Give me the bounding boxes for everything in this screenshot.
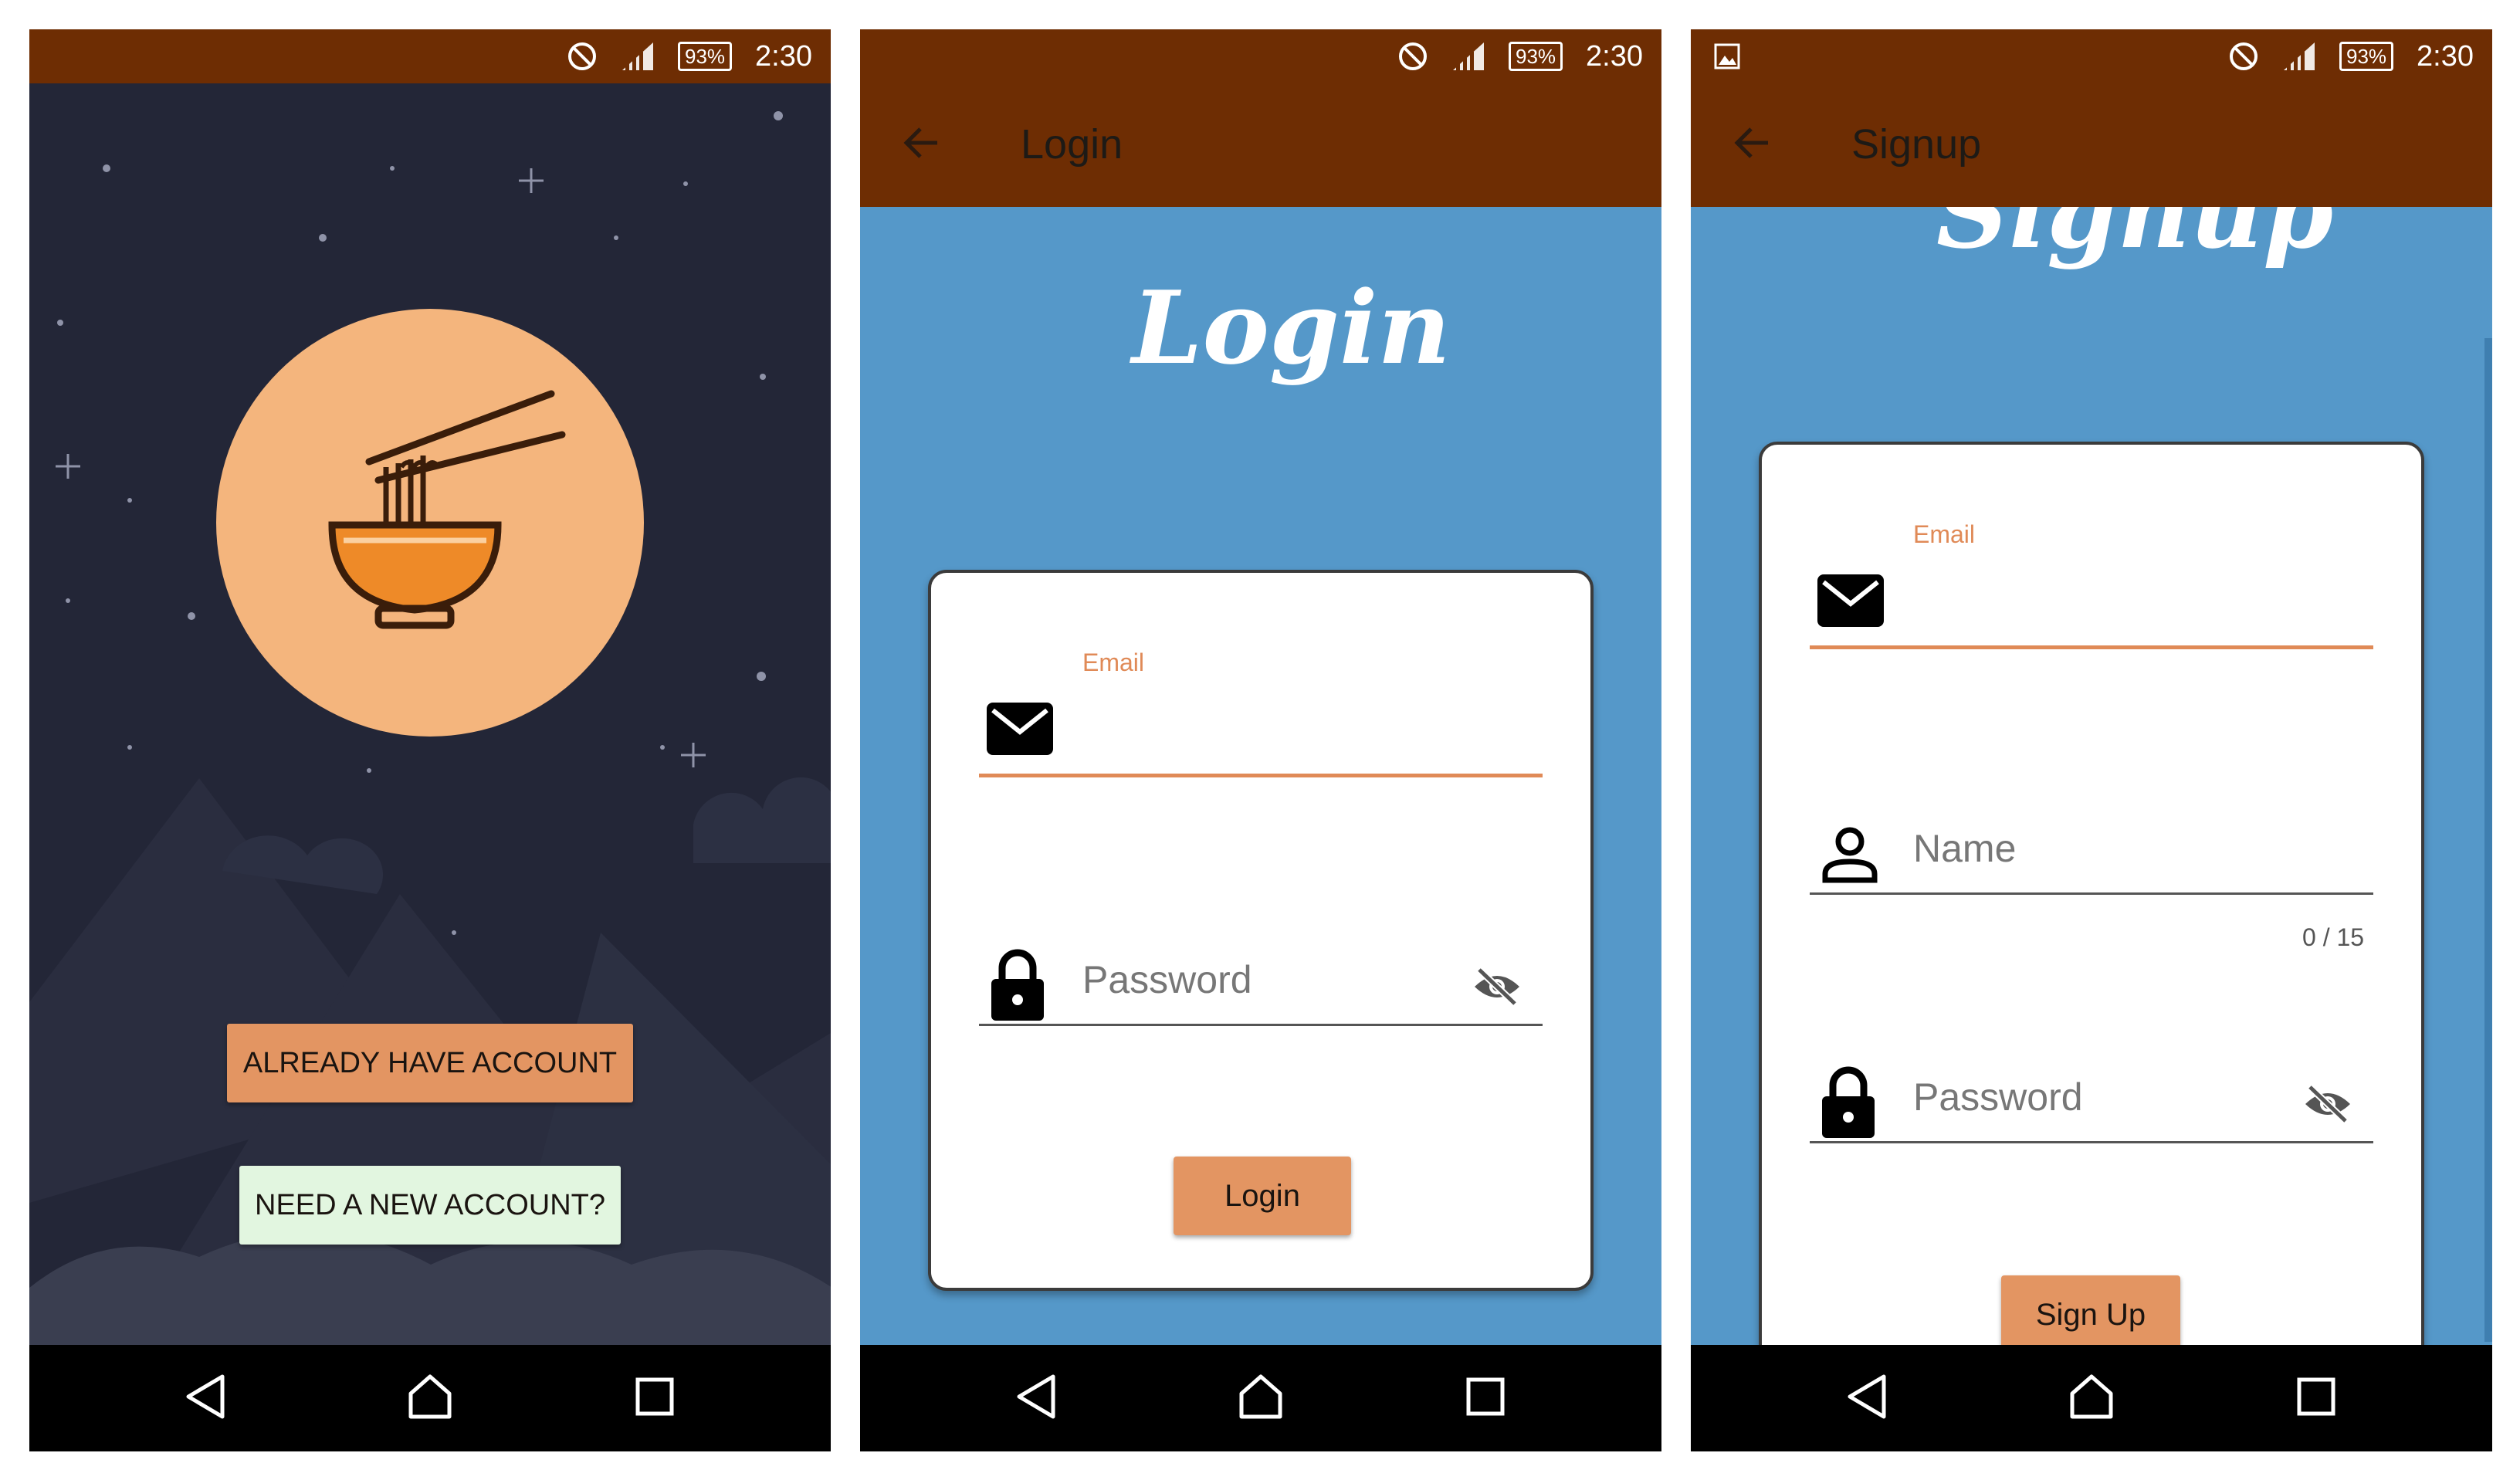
app-bar: Login xyxy=(860,83,1661,207)
status-bar: 93% 2:30 xyxy=(29,29,831,83)
status-bar: 93% 2:30 xyxy=(1691,29,2492,83)
lock-icon xyxy=(991,949,1044,1021)
signup-body: Signup Email Name 0 / 15 Password Sign U… xyxy=(1691,207,2492,1345)
email-field[interactable] xyxy=(1810,645,2373,649)
app-bar-title: Signup xyxy=(1851,121,1982,168)
battery-icon: 93% xyxy=(2339,42,2394,71)
login-button[interactable]: Login xyxy=(1174,1157,1351,1235)
back-arrow-icon[interactable] xyxy=(900,122,942,164)
app-bar-title: Login xyxy=(1021,121,1123,168)
login-body: Login Email Password Login xyxy=(860,207,1661,1345)
nav-home-icon[interactable] xyxy=(1237,1372,1285,1421)
email-icon xyxy=(1817,574,1884,627)
app-bar: Signup xyxy=(1691,83,2492,207)
status-bar: 93% 2:30 xyxy=(860,29,1661,83)
email-field[interactable] xyxy=(979,774,1543,777)
welcome-screen: 93% 2:30 ALREADY HAVE ACCOUNT NEED A NEW… xyxy=(29,29,831,1451)
visibility-off-icon[interactable] xyxy=(1472,965,1522,1008)
navigation-bar xyxy=(860,1345,1661,1451)
scrollbar[interactable] xyxy=(2484,338,2492,1342)
name-character-counter: 0 / 15 xyxy=(2302,923,2365,951)
nav-back-icon[interactable] xyxy=(1013,1372,1059,1421)
back-arrow-icon[interactable] xyxy=(1731,122,1773,164)
visibility-off-icon[interactable] xyxy=(2302,1082,2353,1126)
do-not-disturb-icon xyxy=(2229,42,2258,70)
name-field[interactable]: Name xyxy=(1913,826,2016,871)
person-icon xyxy=(1822,827,1878,883)
clock: 2:30 xyxy=(755,39,812,73)
nav-recents-icon[interactable] xyxy=(2296,1372,2336,1421)
nav-back-icon[interactable] xyxy=(182,1372,229,1421)
do-not-disturb-icon xyxy=(567,42,596,70)
battery-icon: 93% xyxy=(1508,42,1563,71)
image-notification-icon xyxy=(1714,43,1740,69)
already-have-account-button[interactable]: ALREADY HAVE ACCOUNT xyxy=(227,1024,633,1102)
signup-card: Email Name 0 / 15 Password Sign Up xyxy=(1759,442,2424,1345)
noodle-bowl-icon xyxy=(328,390,566,629)
signup-screen: 93% 2:30 Signup Signup Email Name 0 / 15… xyxy=(1691,29,2492,1451)
login-card: Email Password Login xyxy=(928,570,1594,1291)
password-underline xyxy=(979,1024,1543,1026)
nav-home-icon[interactable] xyxy=(406,1372,454,1421)
navigation-bar xyxy=(1691,1345,2492,1451)
battery-icon: 93% xyxy=(677,42,733,71)
name-underline xyxy=(1810,892,2373,895)
sign-up-button[interactable]: Sign Up xyxy=(2001,1275,2180,1345)
navigation-bar xyxy=(29,1345,831,1451)
clock: 2:30 xyxy=(1586,39,1643,73)
nav-home-icon[interactable] xyxy=(2068,1372,2115,1421)
password-field[interactable]: Password xyxy=(1082,957,1252,1002)
email-field-label: Email xyxy=(1913,520,1976,548)
need-new-account-button[interactable]: NEED A NEW ACCOUNT? xyxy=(239,1166,621,1245)
password-underline xyxy=(1810,1141,2373,1143)
email-field-label: Email xyxy=(1082,649,1145,676)
signal-icon xyxy=(1452,42,1484,70)
do-not-disturb-icon xyxy=(1398,42,1427,70)
signup-heading: Signup xyxy=(1936,207,2334,271)
signal-icon xyxy=(622,42,653,70)
email-icon xyxy=(987,703,1053,755)
nav-recents-icon[interactable] xyxy=(635,1372,675,1421)
password-field[interactable]: Password xyxy=(1913,1075,2083,1119)
clock: 2:30 xyxy=(2417,39,2474,73)
login-screen: 93% 2:30 Login Login Email Password Logi… xyxy=(860,29,1661,1451)
app-logo xyxy=(216,309,644,737)
nav-back-icon[interactable] xyxy=(1844,1372,1890,1421)
lock-icon xyxy=(1822,1066,1875,1138)
night-background: ALREADY HAVE ACCOUNT NEED A NEW ACCOUNT? xyxy=(29,83,831,1345)
signal-icon xyxy=(2283,42,2315,70)
login-heading: Login xyxy=(1132,269,1451,387)
nav-recents-icon[interactable] xyxy=(1465,1372,1506,1421)
